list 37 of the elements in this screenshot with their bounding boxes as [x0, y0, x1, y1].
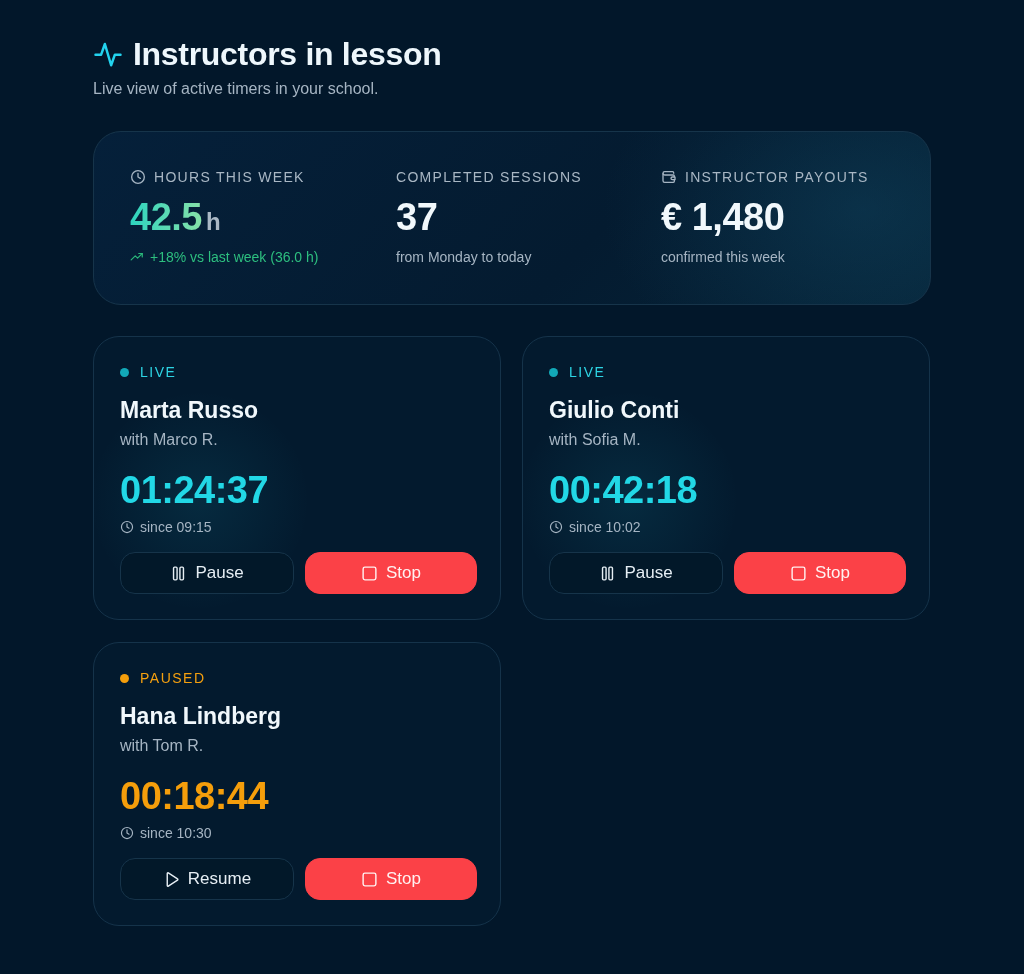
start-time: since 10:30	[140, 824, 212, 843]
instructor-name: Giulio Conti	[549, 396, 681, 425]
wallet-icon	[661, 169, 677, 185]
stop-icon	[790, 564, 807, 582]
stat-value: 37	[396, 195, 438, 240]
clock-icon	[549, 520, 563, 534]
status-label: LIVE	[140, 363, 177, 381]
clock-icon	[120, 826, 134, 840]
stop-icon	[361, 870, 378, 888]
start-time: since 09:15	[140, 518, 212, 537]
elapsed-timer: 00:42:18	[549, 468, 699, 512]
stat-note: confirmed this week	[661, 248, 785, 266]
stat-note: from Monday to today	[396, 248, 532, 266]
stat-label: HOURS THIS WEEK	[154, 168, 305, 186]
unit-label: h	[205, 207, 221, 237]
stat-label: COMPLETED SESSIONS	[396, 168, 582, 186]
stat-label: INSTRUCTOR PAYOUTS	[685, 168, 869, 186]
status-label: LIVE	[569, 363, 606, 381]
student-name: with Sofia M.	[549, 430, 642, 450]
elapsed-timer: 01:24:37	[120, 468, 270, 512]
student-name: with Tom R.	[120, 736, 205, 756]
pause-button[interactable]: Pause	[120, 552, 294, 594]
student-name: with Marco R.	[120, 430, 219, 450]
stat-value: € 1,480	[661, 195, 785, 240]
page-title: Instructors in lesson	[133, 35, 442, 74]
stop-icon	[361, 564, 378, 582]
trend-note: +18% vs last week (36.0 h)	[150, 248, 319, 266]
instructor-name: Marta Russo	[120, 396, 260, 425]
status-label: PAUSED	[140, 669, 206, 687]
clock-icon	[120, 520, 134, 534]
resume-button[interactable]: Resume	[120, 858, 294, 900]
page-subtitle: Live view of active timers in your school.	[93, 79, 380, 99]
elapsed-timer: 00:18:44	[120, 774, 270, 818]
pause-button[interactable]: Pause	[549, 552, 723, 594]
clock-icon	[130, 169, 146, 185]
start-time: since 10:02	[569, 518, 641, 537]
instructor-name: Hana Lindberg	[120, 702, 282, 731]
